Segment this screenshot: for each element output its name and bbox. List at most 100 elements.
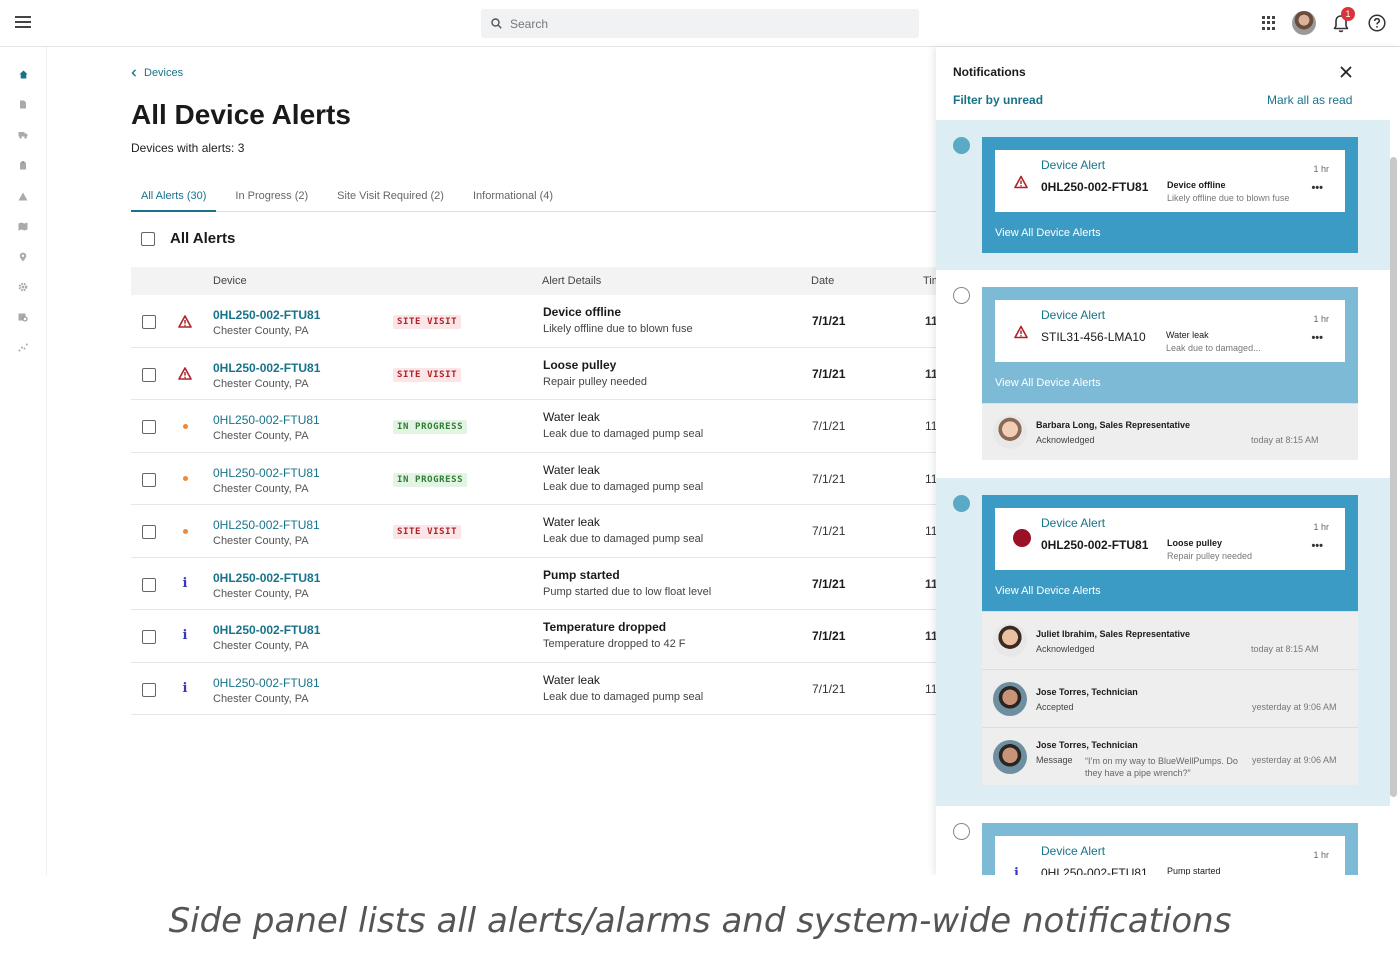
settings-gear-icon[interactable] bbox=[18, 282, 28, 292]
clipboard-icon[interactable] bbox=[18, 160, 28, 170]
location-pin-icon[interactable] bbox=[18, 252, 28, 262]
tab-informational[interactable]: Informational (4) bbox=[463, 183, 563, 212]
row-checkbox[interactable] bbox=[142, 682, 156, 697]
avatar bbox=[993, 623, 1027, 657]
row-checkbox[interactable] bbox=[142, 367, 156, 382]
truck-icon[interactable] bbox=[18, 130, 28, 140]
more-options-icon[interactable]: ••• bbox=[1311, 333, 1323, 344]
device-link[interactable]: 0HL250-002-FTU81 bbox=[213, 413, 320, 427]
apps-grid-icon[interactable] bbox=[1262, 16, 1276, 30]
home-icon[interactable] bbox=[18, 69, 28, 79]
user-avatar[interactable] bbox=[1292, 11, 1316, 35]
tab-all-alerts[interactable]: All Alerts (30) bbox=[131, 183, 217, 212]
table-row[interactable]: 0HL250-002-FTU81 Chester County, PA IN PR… bbox=[131, 400, 936, 453]
in-progress-dot-icon bbox=[178, 524, 192, 538]
row-checkbox[interactable] bbox=[142, 630, 156, 644]
read-indicator[interactable] bbox=[953, 823, 970, 840]
notification-card[interactable]: Device Alert 1 hr STIL31-456-LMA10 Water… bbox=[982, 287, 1358, 460]
notification-device: STIL31-456-LMA10 bbox=[1041, 330, 1146, 344]
activity-action: Message bbox=[1036, 755, 1073, 765]
alert-date: 7/1/21 bbox=[812, 471, 846, 486]
search-input[interactable] bbox=[510, 16, 890, 31]
alert-time: 11 bbox=[925, 419, 936, 433]
help-icon[interactable] bbox=[1368, 14, 1386, 32]
notification-card[interactable]: Device Alert 1 hr 0HL250-002-FTU81 Devic… bbox=[982, 137, 1358, 253]
table-row[interactable]: i 0HL250-002-FTU81 Chester County, PA Pum… bbox=[131, 558, 936, 610]
device-link[interactable]: 0HL250-002-FTU81 bbox=[213, 571, 320, 585]
select-all-checkbox[interactable] bbox=[141, 231, 155, 246]
device-link[interactable]: 0HL250-002-FTU81 bbox=[213, 623, 320, 637]
search-icon bbox=[491, 18, 502, 29]
notification-device: 0HL250-002-FTU81 bbox=[1041, 538, 1149, 552]
panel-title: Notifications bbox=[953, 65, 1026, 79]
table-row[interactable]: 0HL250-002-FTU81 Chester County, PA SITE … bbox=[131, 295, 936, 348]
report-icon[interactable] bbox=[18, 312, 28, 322]
notifications-list[interactable]: Device Alert 1 hr 0HL250-002-FTU81 Devic… bbox=[936, 120, 1400, 875]
table-row[interactable]: 0HL250-002-FTU81 Chester County, PA SITE … bbox=[131, 505, 936, 558]
notifications-bell[interactable]: 1 bbox=[1332, 7, 1355, 34]
device-link[interactable]: 0HL250-002-FTU81 bbox=[213, 308, 320, 322]
more-options-icon[interactable]: ••• bbox=[1311, 541, 1323, 552]
table-row[interactable]: 0HL250-002-FTU81 Chester County, PA SITE … bbox=[131, 348, 936, 400]
document-icon[interactable] bbox=[18, 99, 28, 109]
table-row[interactable]: i 0HL250-002-FTU81 Chester County, PA Wat… bbox=[131, 663, 936, 715]
alert-detail: Leak due to damaged pump seal bbox=[543, 480, 704, 493]
view-all-device-alerts-link[interactable]: View All Device Alerts bbox=[995, 227, 1101, 239]
tab-in-progress[interactable]: In Progress (2) bbox=[225, 183, 318, 212]
notification-message: Water leak bbox=[1166, 330, 1209, 340]
alert-triangle-icon bbox=[178, 367, 192, 381]
map-icon[interactable] bbox=[18, 221, 28, 231]
activity-user: Juliet Ibrahim, Sales Representative bbox=[1036, 629, 1191, 639]
alerts-table-body: 0HL250-002-FTU81 Chester County, PA SITE … bbox=[131, 295, 936, 715]
device-location: Chester County, PA bbox=[213, 587, 309, 600]
activity-item: Jose Torres, Technician Message “I’m on … bbox=[982, 727, 1358, 785]
row-checkbox[interactable] bbox=[142, 472, 156, 487]
breadcrumb-devices-link[interactable]: Devices bbox=[144, 67, 183, 79]
notification-message: Loose pulley bbox=[1167, 538, 1223, 548]
row-checkbox[interactable] bbox=[142, 577, 156, 592]
notification-card[interactable]: i Device Alert 1 hr 0HL250-002-FTU81 Pum… bbox=[982, 823, 1358, 875]
mark-all-read-link[interactable]: Mark all as read bbox=[1267, 93, 1352, 107]
view-all-device-alerts-link[interactable]: View All Device Alerts bbox=[995, 585, 1101, 597]
notification-age: 1 hr bbox=[1313, 314, 1329, 324]
close-icon[interactable] bbox=[1338, 64, 1354, 80]
unread-indicator[interactable] bbox=[953, 137, 970, 154]
device-link[interactable]: 0HL250-002-FTU81 bbox=[213, 676, 320, 690]
panel-scrollbar[interactable] bbox=[1390, 157, 1397, 797]
view-all-device-alerts-link[interactable]: View All Device Alerts bbox=[995, 377, 1101, 389]
notification-card[interactable]: Device Alert 1 hr 0HL250-002-FTU81 Loose… bbox=[982, 495, 1358, 785]
notification-type: Device Alert bbox=[1041, 308, 1106, 322]
info-icon: i bbox=[182, 680, 188, 696]
column-header-alert-details[interactable]: Alert Details bbox=[542, 275, 601, 287]
activity-user: Barbara Long, Sales Representative bbox=[1036, 420, 1191, 430]
alert-date: 7/1/21 bbox=[812, 524, 846, 538]
read-indicator[interactable] bbox=[953, 287, 970, 304]
row-checkbox[interactable] bbox=[142, 420, 156, 434]
row-checkbox[interactable] bbox=[142, 525, 156, 539]
select-all-row: All Alerts bbox=[141, 230, 235, 247]
analytics-icon[interactable] bbox=[18, 342, 28, 352]
table-row[interactable]: i 0HL250-002-FTU81 Chester County, PA Tem… bbox=[131, 610, 936, 663]
more-options-icon[interactable]: ••• bbox=[1311, 183, 1323, 194]
unread-indicator[interactable] bbox=[953, 495, 970, 512]
device-link[interactable]: 0HL250-002-FTU81 bbox=[213, 361, 320, 375]
status-badge: SITE VISIT bbox=[393, 525, 462, 539]
column-header-device[interactable]: Device bbox=[213, 275, 247, 287]
column-header-date[interactable]: Date bbox=[811, 275, 834, 287]
device-link[interactable]: 0HL250-002-FTU81 bbox=[213, 466, 320, 480]
notification-group: i Device Alert 1 hr 0HL250-002-FTU81 Pum… bbox=[936, 806, 1390, 875]
side-nav bbox=[0, 47, 47, 875]
alert-date: 7/1/21 bbox=[812, 576, 846, 591]
breadcrumb[interactable]: Devices bbox=[131, 67, 183, 79]
filter-by-unread-link[interactable]: Filter by unread bbox=[953, 93, 1043, 107]
alert-date: 7/1/21 bbox=[812, 419, 846, 433]
warning-icon[interactable] bbox=[18, 191, 28, 201]
device-link[interactable]: 0HL250-002-FTU81 bbox=[213, 518, 320, 532]
activity-time: today at 8:15 AM bbox=[1251, 644, 1319, 654]
device-location: Chester County, PA bbox=[213, 325, 309, 337]
tab-site-visit-required[interactable]: Site Visit Required (2) bbox=[327, 183, 454, 212]
table-row[interactable]: 0HL250-002-FTU81 Chester County, PA IN PR… bbox=[131, 453, 936, 505]
row-checkbox[interactable] bbox=[142, 315, 156, 329]
menu-icon[interactable] bbox=[15, 16, 31, 30]
search-bar[interactable] bbox=[481, 9, 919, 38]
